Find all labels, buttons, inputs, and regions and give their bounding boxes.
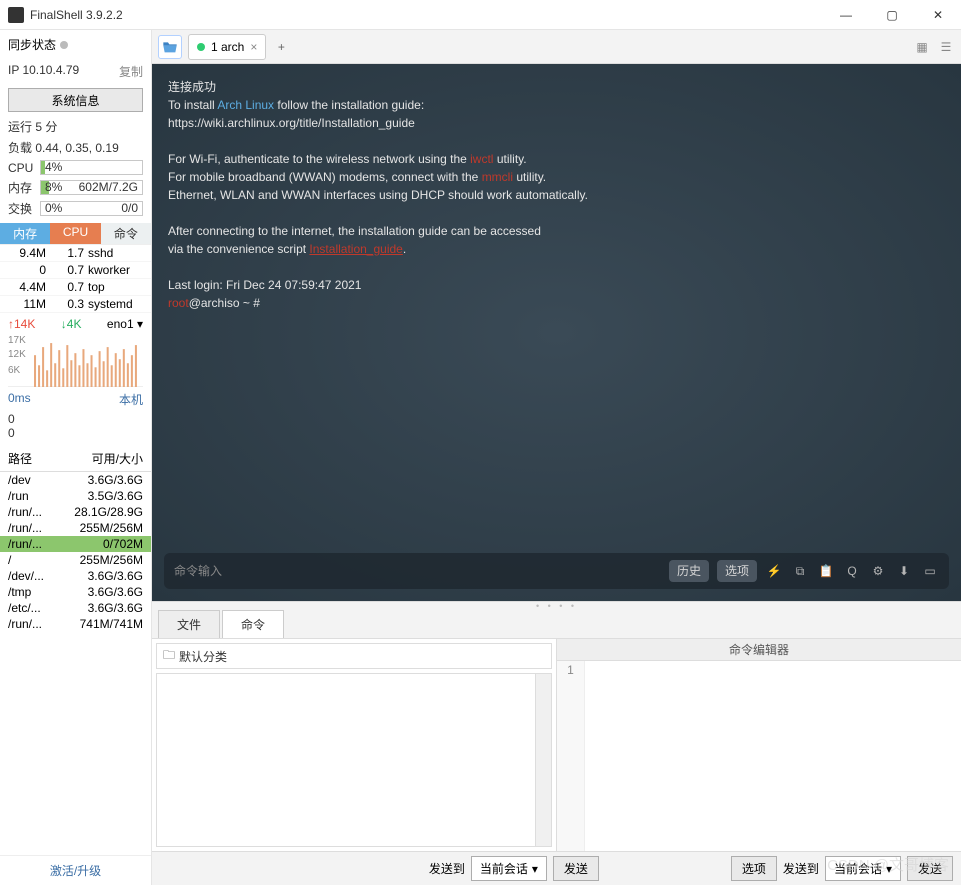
copy-icon[interactable]: ⧉ [791, 562, 809, 580]
fullscreen-icon[interactable]: ▭ [921, 562, 939, 580]
list-view-icon[interactable]: ☰ [937, 38, 955, 56]
editor-title: 命令编辑器 [557, 639, 961, 661]
fs-row[interactable]: /run/...28.1G/28.9G [0, 504, 151, 520]
send-button[interactable]: 发送 [553, 856, 599, 881]
send-button-2[interactable]: 发送 [907, 856, 953, 881]
uptime-label: 运行 5 分 [0, 116, 151, 137]
copy-ip-button[interactable]: 复制 [119, 63, 143, 80]
process-row[interactable]: 9.4M1.7sshd [0, 245, 151, 262]
latency-value: 0ms [8, 391, 31, 408]
sendto-label-2: 发送到 [783, 860, 819, 877]
options-button[interactable]: 选项 [717, 560, 757, 582]
tab-command[interactable]: 命令 [101, 223, 151, 244]
process-list: 9.4M1.7sshd 00.7kworker 4.4M0.7top 11M0.… [0, 244, 151, 313]
ip-address: IP 10.10.4.79 [8, 63, 79, 80]
close-tab-icon[interactable]: × [250, 40, 257, 54]
command-editor[interactable] [585, 661, 961, 851]
filesystem-list: /dev3.6G/3.6G /run3.5G/3.6G /run/...28.1… [0, 472, 151, 632]
minimize-button[interactable]: — [823, 0, 869, 30]
fs-row[interactable]: /tmp3.6G/3.6G [0, 584, 151, 600]
session-tab[interactable]: 1 arch × [188, 34, 266, 60]
fs-row[interactable]: /dev3.6G/3.6G [0, 472, 151, 488]
system-info-button[interactable]: 系统信息 [8, 88, 143, 112]
net-download: ↓4K [61, 317, 82, 331]
net-upload: ↑14K [8, 317, 35, 331]
session-select[interactable]: 当前会话▾ [471, 856, 547, 881]
fs-row[interactable]: /run/...741M/741M [0, 616, 151, 632]
net-interface-select[interactable]: eno1 ▾ [107, 317, 143, 331]
latency-host[interactable]: 本机 [119, 391, 143, 408]
load-label: 负载 0.44, 0.35, 0.19 [0, 137, 151, 158]
session-tabbar: 1 arch × + ▦ ☰ [152, 30, 961, 64]
grid-view-icon[interactable]: ▦ [913, 38, 931, 56]
chevron-down-icon: ▾ [886, 862, 892, 876]
swap-bar: 0%0/0 [40, 201, 143, 216]
swap-label: 交换 [8, 200, 36, 217]
fs-row[interactable]: /etc/...3.6G/3.6G [0, 600, 151, 616]
paste-icon[interactable]: 📋 [817, 562, 835, 580]
tab-label: 1 arch [211, 40, 244, 54]
options-button-2[interactable]: 选项 [731, 856, 777, 881]
line-gutter: 1 [557, 661, 585, 851]
window-titlebar: FinalShell 3.9.2.2 — ▢ ✕ [0, 0, 961, 30]
bolt-icon[interactable]: ⚡ [765, 562, 783, 580]
sync-status-dot-icon [60, 41, 68, 49]
fs-row[interactable]: /dev/...3.6G/3.6G [0, 568, 151, 584]
app-icon [8, 7, 24, 23]
process-row[interactable]: 4.4M0.7top [0, 279, 151, 296]
cpu-bar: 4% [40, 160, 143, 175]
gear-icon[interactable]: ⚙ [869, 562, 887, 580]
cpu-label: CPU [8, 161, 36, 175]
command-input-bar: 命令输入 历史 选项 ⚡ ⧉ 📋 Q ⚙ ⬇ ▭ [164, 553, 949, 589]
mem-bar: 8%602M/7.2G [40, 180, 143, 195]
command-list[interactable] [156, 673, 552, 847]
mem-label: 内存 [8, 179, 36, 196]
search-icon[interactable]: Q [843, 562, 861, 580]
maximize-button[interactable]: ▢ [869, 0, 915, 30]
activate-upgrade-link[interactable]: 激活/升级 [0, 855, 151, 885]
status-dot-icon [197, 43, 205, 51]
download-icon[interactable]: ⬇ [895, 562, 913, 580]
network-chart: 17K 12K 6K [8, 335, 143, 387]
command-input[interactable]: 命令输入 [174, 562, 661, 580]
tab-file[interactable]: 文件 [158, 610, 220, 638]
bottom-tabs: 文件 命令 [152, 609, 961, 639]
filesystem-header: 路径可用/大小 [0, 446, 151, 472]
scrollbar[interactable] [535, 674, 551, 846]
fs-row[interactable]: /run/...255M/256M [0, 520, 151, 536]
session-select-2[interactable]: 当前会话▾ [825, 856, 901, 881]
close-button[interactable]: ✕ [915, 0, 961, 30]
resize-handle[interactable]: • • • • [152, 601, 961, 609]
sidebar: 同步状态 IP 10.10.4.79 复制 系统信息 运行 5 分 负载 0.4… [0, 30, 152, 885]
category-header[interactable]: 🗀 默认分类 [156, 643, 552, 669]
process-row[interactable]: 00.7kworker [0, 262, 151, 279]
fs-row[interactable]: /run3.5G/3.6G [0, 488, 151, 504]
terminal[interactable]: 连接成功 To install Arch Linux follow the in… [152, 64, 961, 601]
bottom-toolbar: 发送到 当前会话▾ 发送 选项 发送到 当前会话▾ 发送 CSDN @文哥博客 [152, 851, 961, 885]
tab-command[interactable]: 命令 [222, 610, 284, 638]
history-button[interactable]: 历史 [669, 560, 709, 582]
process-row[interactable]: 11M0.3systemd [0, 296, 151, 313]
folder-icon: 🗀 [163, 646, 175, 667]
tab-memory[interactable]: 内存 [0, 223, 50, 244]
add-tab-button[interactable]: + [272, 40, 290, 54]
fs-row[interactable]: /255M/256M [0, 552, 151, 568]
sendto-label: 发送到 [429, 860, 465, 877]
window-title: FinalShell 3.9.2.2 [30, 8, 823, 22]
chevron-down-icon: ▾ [532, 862, 538, 876]
tab-cpu[interactable]: CPU [50, 223, 100, 244]
open-folder-button[interactable] [158, 35, 182, 59]
fs-row[interactable]: /run/...0/702M [0, 536, 151, 552]
sync-status-label: 同步状态 [8, 36, 56, 53]
